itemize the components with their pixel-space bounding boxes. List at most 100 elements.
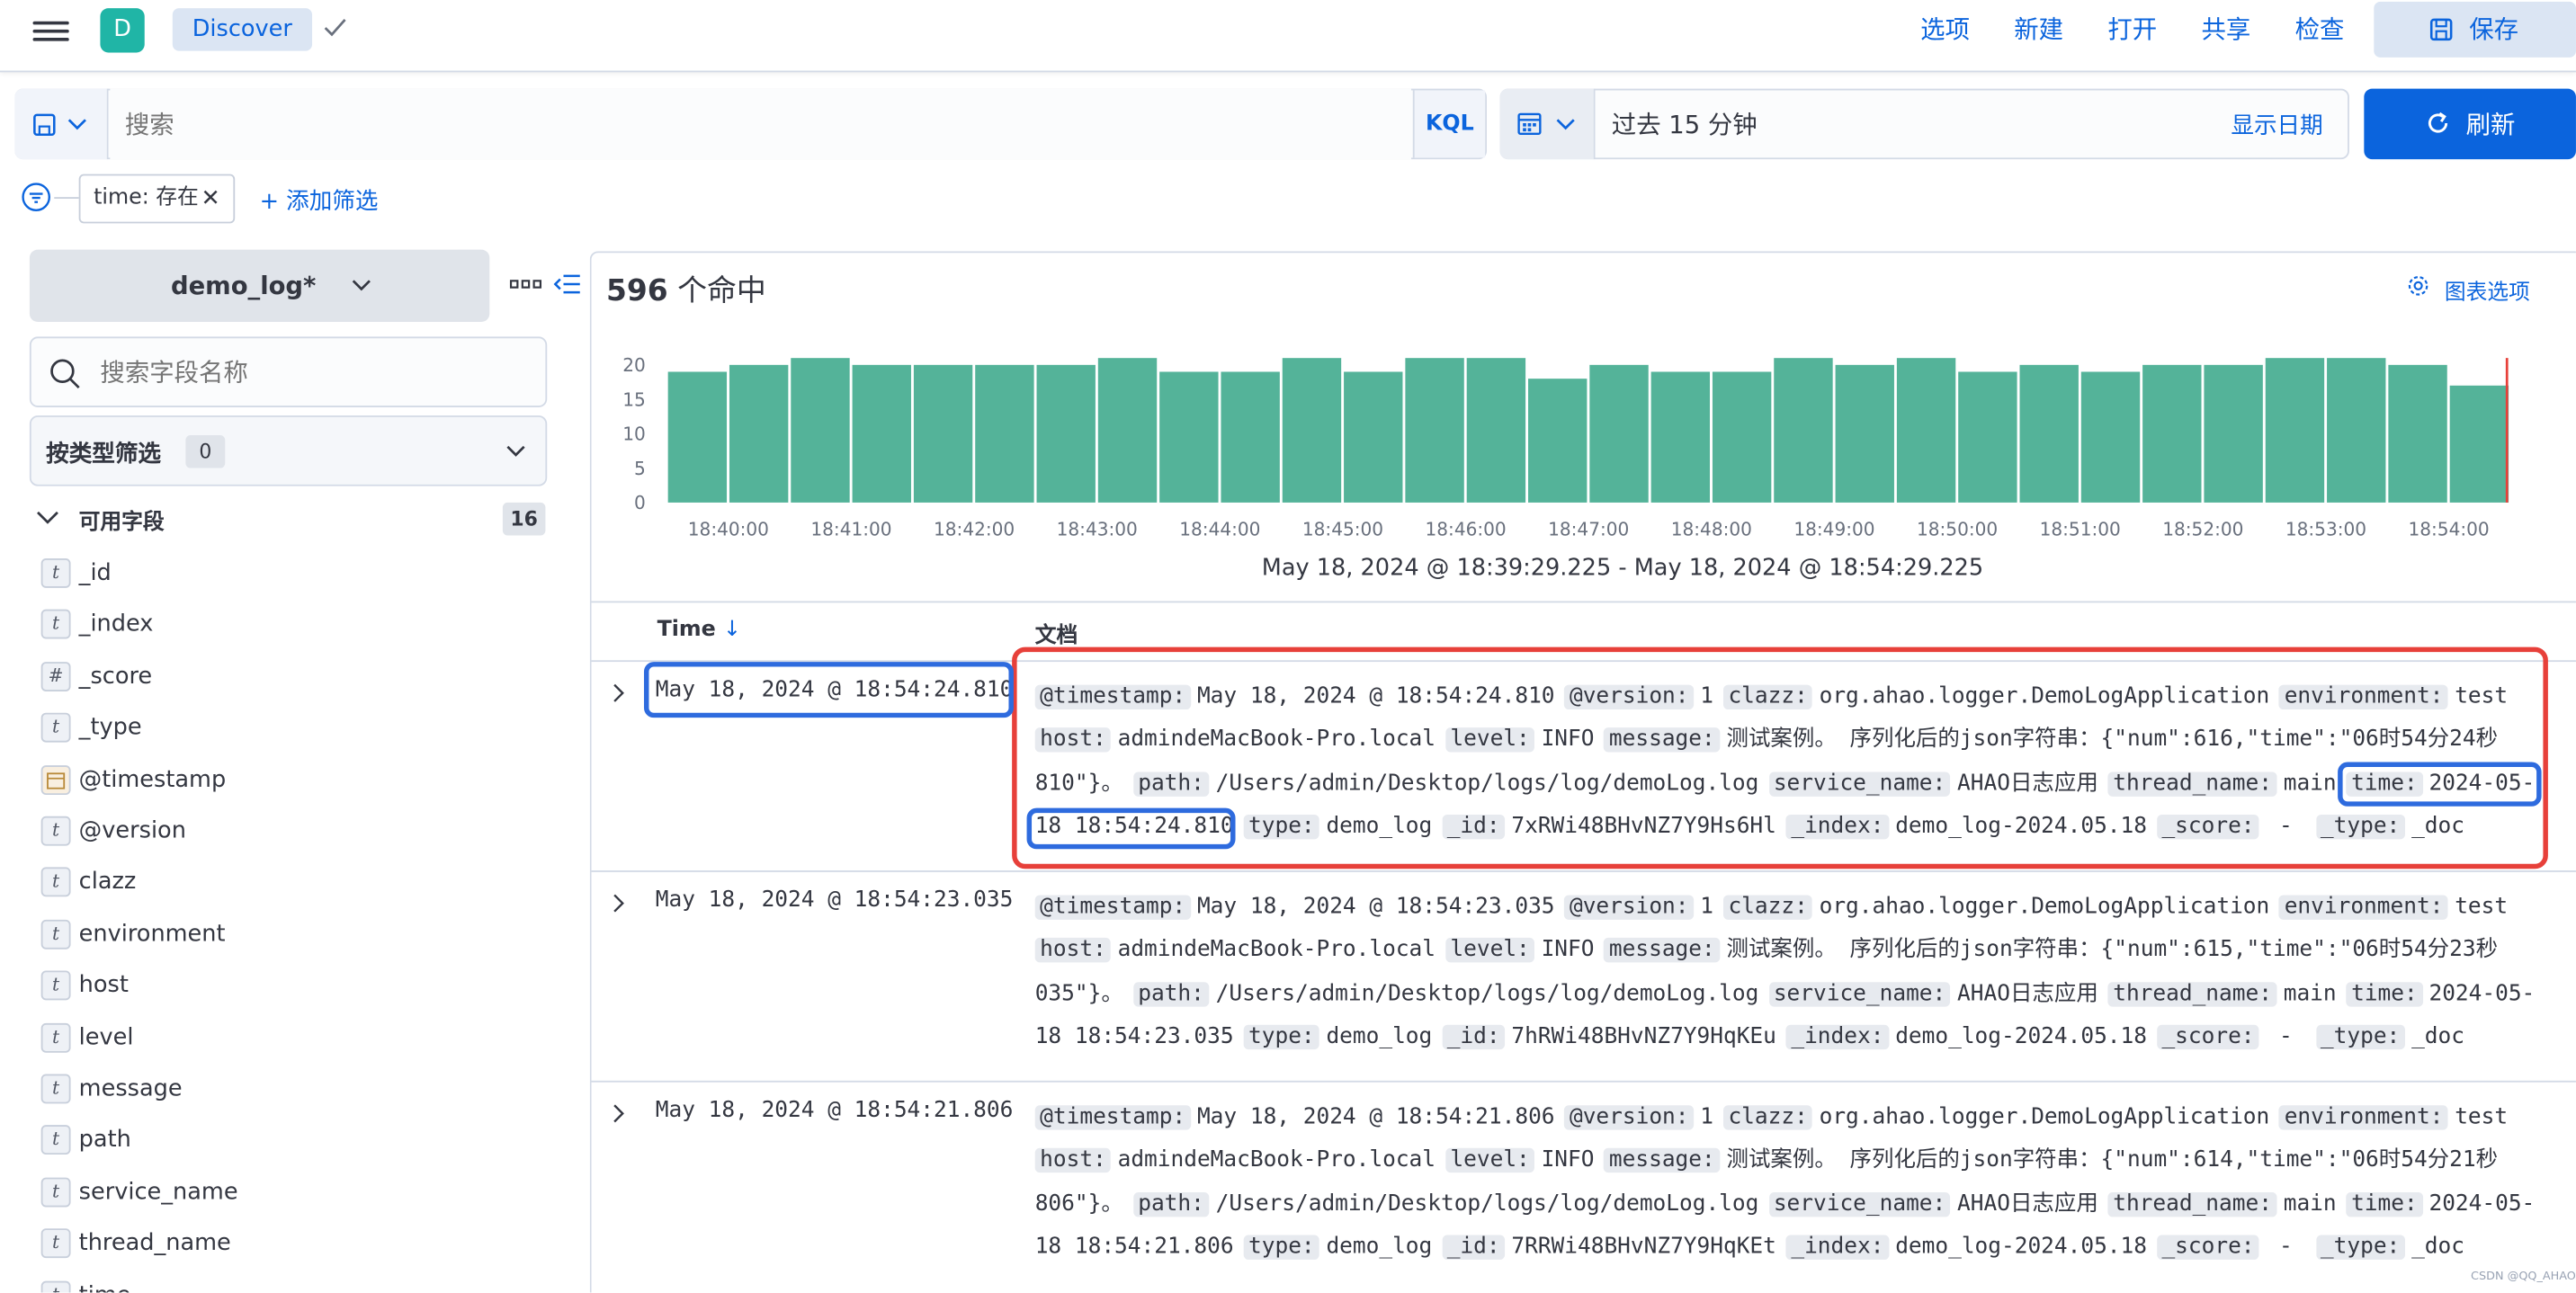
nav-open[interactable]: 打开 (2107, 13, 2157, 47)
histogram-bar[interactable] (1282, 358, 1342, 503)
field-value: 2024-05- (2428, 981, 2536, 1006)
filter-pill-time[interactable]: time: 存在 ✕ (78, 174, 236, 224)
histogram-bar[interactable] (791, 358, 850, 503)
refresh-label: 刷新 (2465, 110, 2516, 140)
number-type-icon: # (40, 661, 71, 691)
field-value: 7RRWi48BHvNZ7Y9HqKEt (1511, 1235, 1776, 1260)
histogram-bar[interactable] (2449, 385, 2509, 503)
nav-inspect[interactable]: 检查 (2295, 13, 2345, 47)
row-timestamp: May 18, 2024 @ 18:54:21.806 (655, 1098, 1014, 1124)
histogram-bar[interactable] (852, 364, 911, 503)
histogram-bar[interactable] (1589, 364, 1649, 503)
field-name: clazz (78, 869, 137, 896)
available-fields-count: 16 (502, 502, 546, 536)
histogram-bar[interactable] (2019, 364, 2079, 503)
field-search[interactable] (29, 336, 548, 407)
histogram-bar[interactable] (1344, 371, 1403, 503)
histogram-bar[interactable] (2204, 364, 2263, 503)
chevron-right-icon[interactable] (610, 683, 626, 703)
kql-toggle[interactable]: KQL (1412, 90, 1486, 158)
field-key: _index: (1785, 1235, 1889, 1260)
field-name: @version (78, 817, 186, 844)
histogram-bar[interactable] (2388, 364, 2447, 503)
field-value: 18 18:54:23.035 (1034, 1024, 1234, 1049)
close-icon[interactable]: ✕ (201, 175, 219, 221)
nav-options[interactable]: 选项 (1920, 13, 1970, 47)
histogram-bar[interactable] (1466, 358, 1526, 503)
chevron-right-icon[interactable] (610, 894, 626, 914)
show-dates-link[interactable]: 显示日期 (2231, 109, 2322, 142)
histogram-bar[interactable] (1650, 371, 1711, 503)
chevron-right-icon[interactable] (610, 1103, 626, 1123)
x-tick-label: 18:46:00 (1426, 518, 1507, 539)
histogram-bar[interactable] (1896, 358, 1956, 503)
string-type-icon: t (40, 1022, 71, 1053)
histogram-bar[interactable] (667, 371, 728, 503)
histogram-bar[interactable] (1036, 364, 1096, 503)
histogram-bar[interactable] (1097, 358, 1158, 503)
field-name: _score (78, 663, 153, 690)
histogram-bar[interactable] (1159, 371, 1219, 503)
nav-share[interactable]: 共享 (2202, 13, 2251, 47)
sort-arrow-icon[interactable]: ↓ (723, 618, 741, 642)
histogram-bar[interactable] (1958, 371, 2017, 503)
histogram-bar[interactable] (1712, 371, 1772, 503)
more-options-icon[interactable] (509, 272, 542, 296)
field-key: thread_name: (2107, 981, 2277, 1006)
save-button[interactable]: 保存 (2374, 1, 2576, 58)
y-tick-label: 10 (622, 424, 646, 445)
histogram-bar[interactable] (2142, 364, 2202, 503)
x-tick-label: 18:48:00 (1671, 518, 1752, 539)
refresh-button[interactable]: 刷新 (2364, 88, 2576, 160)
field-key: level: (1445, 938, 1535, 963)
histogram-bar[interactable] (729, 364, 789, 503)
breadcrumb-discover[interactable]: Discover (172, 8, 312, 51)
field-search-input[interactable] (100, 354, 528, 391)
type-filter-dropdown[interactable]: 按类型筛选 0 (29, 415, 548, 486)
watermark: CSDN @QQ_AHAO (2471, 1269, 2576, 1283)
string-type-icon: t (40, 713, 71, 743)
hamburger-menu-icon[interactable] (32, 16, 69, 49)
table-divider (591, 601, 2576, 603)
field-value: demo_log (1326, 1235, 1433, 1260)
field-value: 035"}。 (1034, 981, 1123, 1006)
nav-new[interactable]: 新建 (2014, 13, 2063, 47)
document-line: 035"}。 path:/Users/admin/Desktop/logs/log… (1035, 980, 2545, 1010)
date-range-text[interactable]: 过去 15 分钟 (1612, 107, 1758, 141)
column-header-time[interactable]: Time ↓ (657, 618, 741, 642)
field-name: thread_name (78, 1230, 231, 1257)
collapse-sidebar-icon[interactable] (553, 271, 582, 297)
histogram-chart[interactable]: 0 5 10 15 20 18:40:00 18:41:00 18:42:00 18:43:00… (592, 345, 2576, 550)
histogram-bar[interactable] (1774, 358, 1833, 503)
histogram-bar[interactable] (975, 364, 1034, 503)
histogram-bar[interactable] (2265, 358, 2325, 503)
y-tick-label: 5 (634, 458, 646, 479)
histogram-bar[interactable] (2327, 358, 2386, 503)
add-filter-link[interactable]: + 添加筛选 (260, 184, 379, 218)
x-tick-label: 18:49:00 (1793, 518, 1874, 539)
field-value: INFO (1541, 938, 1595, 963)
field-value: May 18, 2024 @ 18:54:23.035 (1196, 895, 1555, 920)
field-key: type: (1243, 1235, 1320, 1260)
histogram-bar[interactable] (2080, 371, 2141, 503)
histogram-bar[interactable] (1221, 371, 1280, 503)
filter-menu-icon[interactable] (22, 183, 51, 212)
field-key: service_name: (1768, 981, 1951, 1006)
histogram-bar[interactable] (1405, 358, 1464, 503)
top-header (0, 0, 2576, 73)
space-avatar[interactable]: D (100, 8, 145, 53)
string-type-icon: t (40, 816, 71, 846)
x-tick-label: 18:45:00 (1302, 518, 1383, 539)
string-type-icon: t (40, 1125, 71, 1155)
histogram-bar[interactable] (1528, 379, 1588, 503)
saved-query-button[interactable] (14, 88, 109, 160)
quick-date-button[interactable] (1499, 88, 1596, 160)
histogram-bar[interactable] (1835, 364, 1894, 503)
field-value: org.ahao.logger.DemoLogApplication (1819, 895, 2270, 920)
highlight-red-box (1012, 646, 2548, 869)
search-input[interactable] (110, 88, 1411, 160)
index-pattern-selector[interactable]: demo_log* (29, 249, 490, 322)
histogram-bar[interactable] (913, 364, 973, 503)
saved-query-icon (33, 113, 56, 137)
string-type-icon: t (40, 919, 71, 950)
